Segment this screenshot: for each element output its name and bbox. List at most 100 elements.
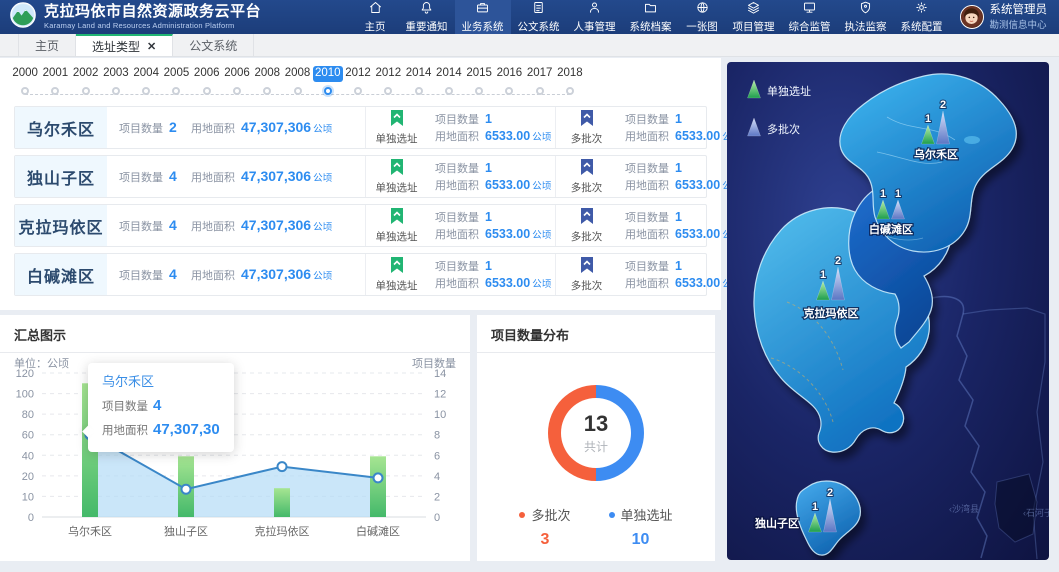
district-row: 乌尔禾区项目数量2用地面积47,307,306公顷单独选址项目数量1用地面积65… [14, 106, 707, 149]
city-map: 单独选址多批次 12乌尔禾区11白碱滩区12克拉玛依区12独山子区 ‹沙湾县‹石… [727, 62, 1049, 560]
nav-item-documents[interactable]: 公文系统 [511, 0, 567, 34]
count-value: 2 [169, 119, 177, 135]
line-point-克拉玛依区[interactable] [278, 462, 287, 471]
district-row: 白碱滩区项目数量4用地面积47,307,306公顷单独选址项目数量1用地面积65… [14, 253, 707, 296]
nav-item-notices[interactable]: 重要通知 [399, 0, 455, 34]
nav-item-hr[interactable]: 人事管理 [567, 0, 623, 34]
year-label: 2018 [555, 66, 585, 82]
district-name: 独山子区 [15, 156, 107, 197]
nav-item-home[interactable]: 主页 [352, 0, 399, 34]
legend-value: 3 [541, 531, 550, 549]
year-dot [172, 87, 180, 95]
year-item[interactable]: 2017 [525, 66, 555, 104]
year-item[interactable]: 2018 [555, 66, 585, 104]
multi-count-value: 1 [675, 259, 682, 273]
svg-text:‹石河子: ‹石河子 [1023, 507, 1049, 518]
legend-label: 单独选址 [621, 505, 673, 524]
tooltip-row-label: 项目数量 [102, 401, 148, 413]
year-item[interactable]: 2002 [71, 66, 101, 104]
year-item[interactable]: 2005 [161, 66, 191, 104]
year-item[interactable]: 2008 [282, 66, 312, 104]
line-point-白碱滩区[interactable] [374, 473, 383, 482]
documents-icon [531, 0, 546, 18]
svg-text:80: 80 [22, 409, 34, 421]
nav-item-supervision[interactable]: 综合监管 [782, 0, 838, 34]
year-dot [203, 87, 211, 95]
svg-text:1: 1 [812, 501, 818, 513]
year-item[interactable]: 2006 [222, 66, 252, 104]
year-label: 2003 [101, 66, 131, 82]
site-type-panel: 2000200120022003200420052006200620082008… [0, 58, 721, 310]
bookmark-blue-icon [580, 158, 594, 179]
multi-batch-badge: 多批次 [555, 156, 617, 197]
donut-legend-item[interactable]: 多批次3 [519, 505, 570, 549]
area-label: 用地面积 [191, 169, 235, 185]
year-item[interactable]: 2010 [313, 66, 343, 104]
year-dot [536, 87, 544, 95]
year-item[interactable]: 2001 [40, 66, 70, 104]
donut-total-label: 共计 [584, 438, 608, 455]
user-profile[interactable]: 系统管理员 勘测信息中心 [950, 3, 1059, 31]
tab-home[interactable]: 主页 [18, 34, 76, 56]
nav-item-settings[interactable]: 系统配置 [894, 0, 950, 34]
nav-item-business[interactable]: 业务系统 [455, 0, 511, 34]
year-label: 2008 [252, 66, 282, 82]
year-label: 2012 [343, 66, 373, 82]
single-area-value: 6533.00公顷 [485, 178, 551, 192]
donut-legend-item[interactable]: 单独选址10 [609, 505, 673, 549]
tab-site-type[interactable]: 选址类型✕ [76, 34, 173, 56]
year-item[interactable]: 2012 [373, 66, 403, 104]
year-item[interactable]: 2014 [434, 66, 464, 104]
year-dot [263, 87, 271, 95]
app-header: 克拉玛依市自然资源政务云平台 Karamay Land and Resource… [0, 0, 1059, 34]
year-item[interactable]: 2016 [494, 66, 524, 104]
area-unit: 公顷 [313, 124, 332, 135]
year-label: 2012 [374, 66, 404, 82]
year-item[interactable]: 2004 [131, 66, 161, 104]
tab-documents[interactable]: 公文系统 [173, 34, 254, 56]
nav-item-projects[interactable]: 项目管理 [726, 0, 782, 34]
svg-text:100: 100 [16, 389, 34, 401]
neighbor-boundaries [932, 297, 1045, 559]
single-site-badge: 单独选址 [365, 107, 427, 148]
area-label: 用地面积 [191, 218, 235, 234]
line-point-独山子区[interactable] [182, 485, 191, 494]
area-unit: 公顷 [313, 222, 332, 233]
svg-text:1: 1 [820, 269, 826, 281]
single-count-value: 1 [485, 210, 492, 224]
svg-text:0: 0 [28, 512, 34, 524]
year-dot [21, 87, 29, 95]
map-region-label: 白碱滩区 [869, 222, 913, 236]
year-dot [51, 87, 59, 95]
bar-白碱滩区[interactable] [370, 456, 386, 517]
svg-text:20: 20 [22, 471, 34, 483]
map-legend: 单独选址多批次 [748, 80, 812, 136]
nav-item-onemap[interactable]: 一张图 [679, 0, 726, 34]
year-item[interactable]: 2012 [343, 66, 373, 104]
user-org: 勘测信息中心 [990, 17, 1048, 31]
tooltip-title: 乌尔禾区 [102, 371, 220, 390]
nav-item-enforcement[interactable]: 执法监察 [838, 0, 894, 34]
year-dot [415, 87, 423, 95]
bar-克拉玛依区[interactable] [274, 488, 290, 517]
year-item[interactable]: 2006 [192, 66, 222, 104]
year-label: 2017 [525, 66, 555, 82]
nav-item-archives[interactable]: 系统档案 [623, 0, 679, 34]
multi-count-value: 1 [675, 112, 682, 126]
year-item[interactable]: 2015 [464, 66, 494, 104]
year-item[interactable]: 2003 [101, 66, 131, 104]
x-category-label: 乌尔禾区 [68, 524, 112, 538]
year-item[interactable]: 2000 [10, 66, 40, 104]
svg-text:60: 60 [22, 430, 34, 442]
x-category-label: 克拉玛依区 [255, 524, 310, 538]
single-site-badge: 单独选址 [365, 254, 427, 295]
year-label: 2016 [495, 66, 525, 82]
year-item[interactable]: 2008 [252, 66, 282, 104]
year-item[interactable]: 2014 [403, 66, 433, 104]
year-dot [566, 87, 574, 95]
tab-close-icon[interactable]: ✕ [147, 40, 156, 53]
hr-icon [587, 0, 602, 18]
tooltip-row-label: 用地面积 [102, 425, 148, 437]
svg-text:10: 10 [22, 491, 34, 503]
single-count-value: 1 [485, 112, 492, 126]
